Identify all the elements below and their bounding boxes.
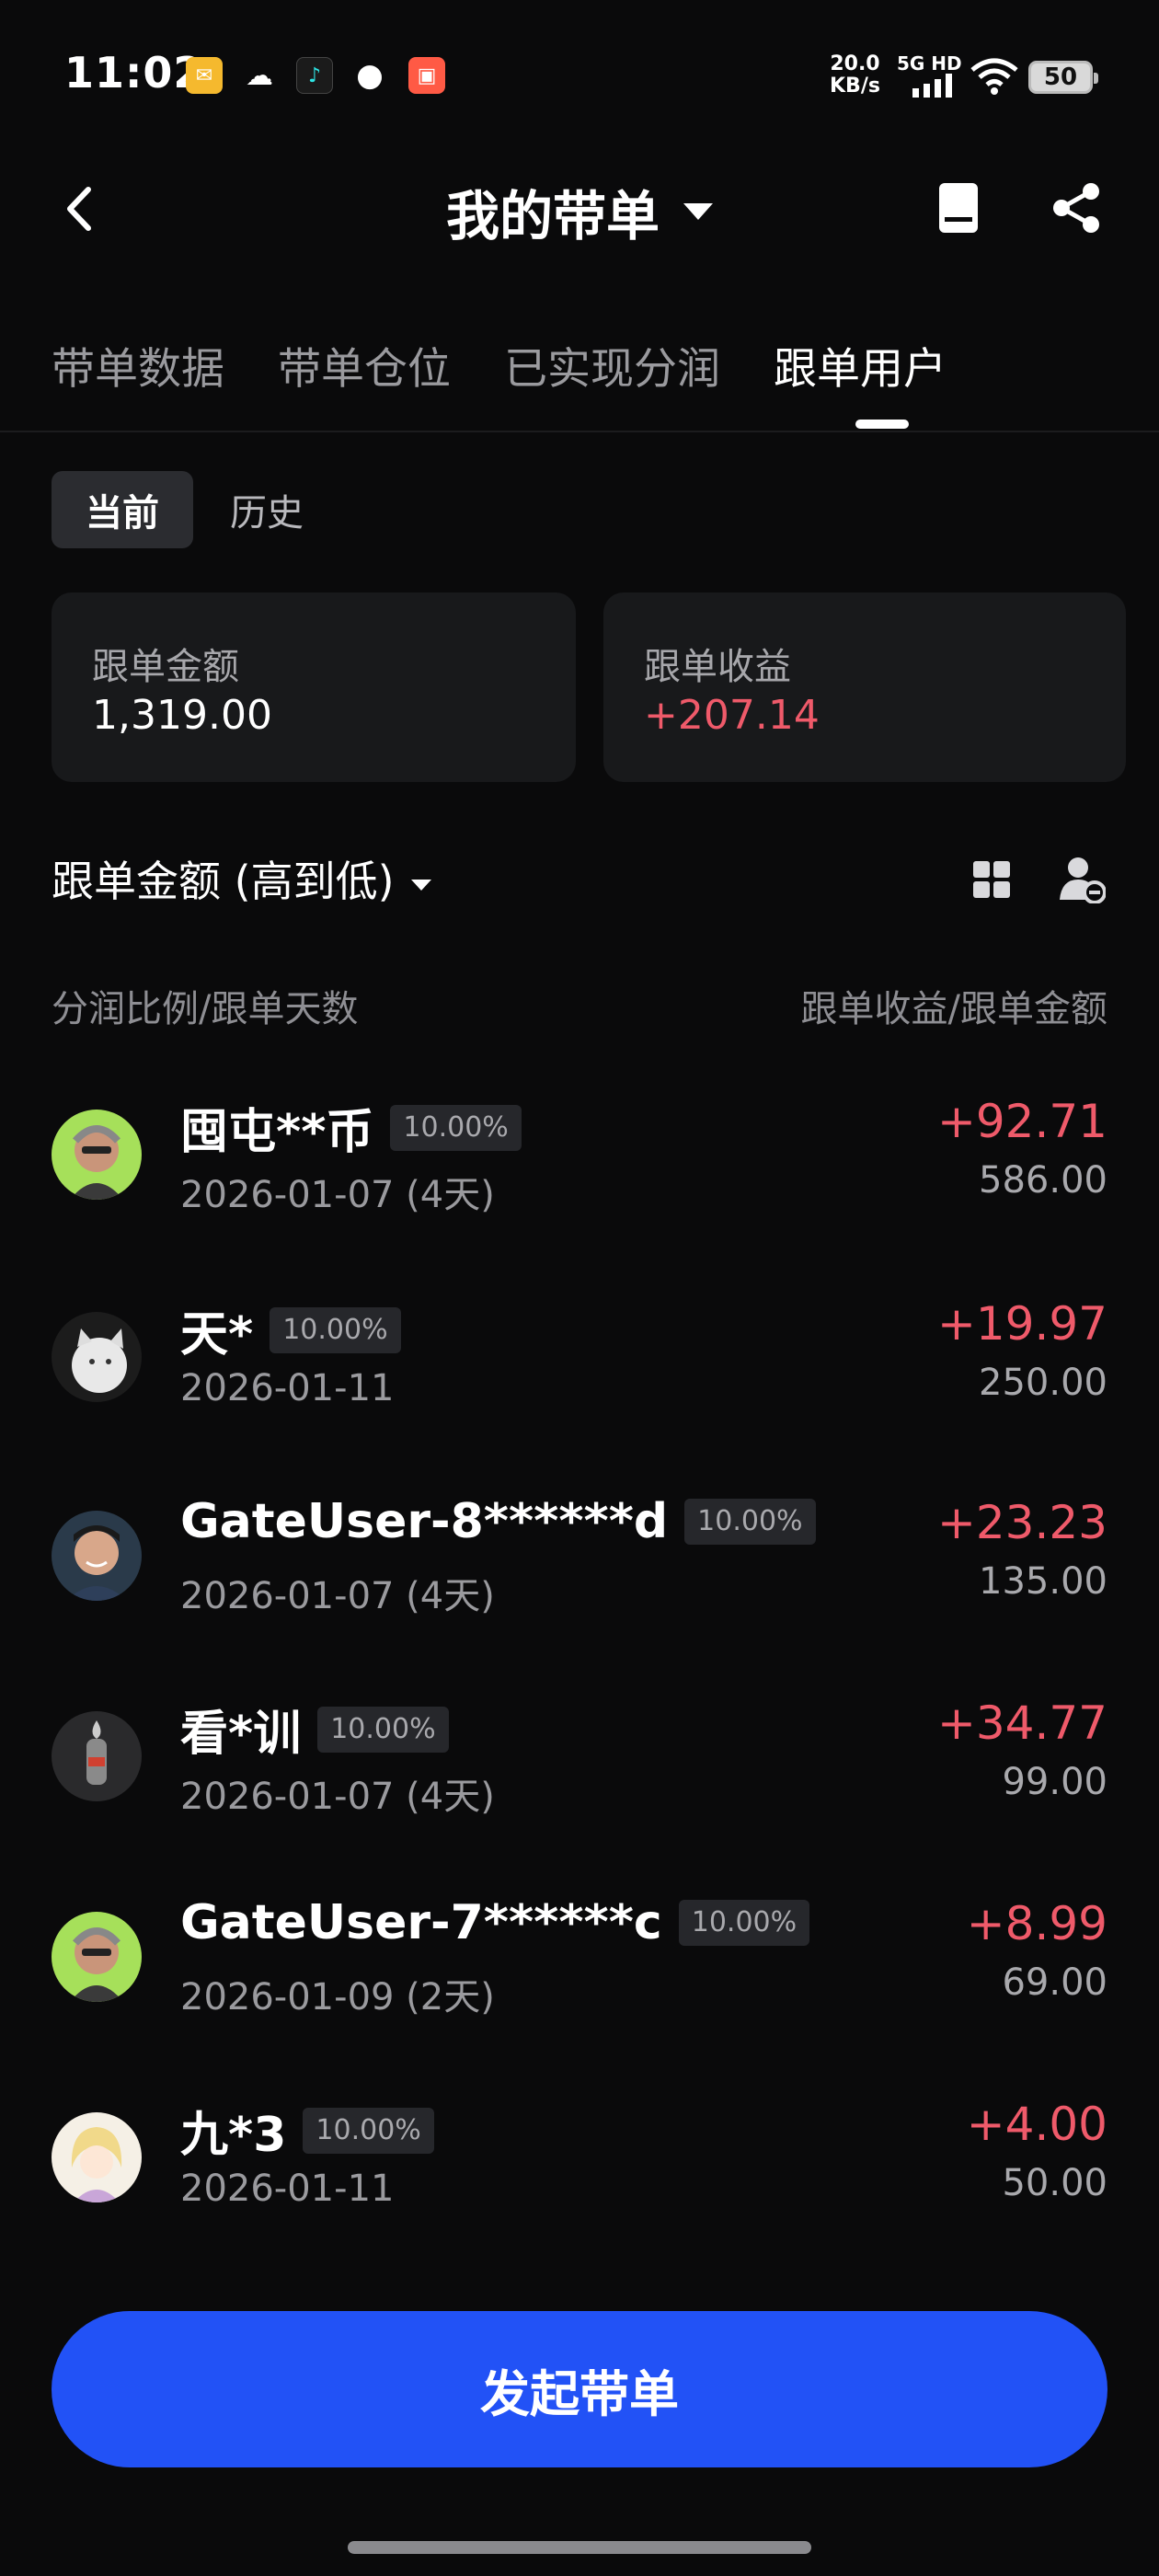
copy-profit-value: +207.14 <box>644 692 820 739</box>
network-speed-value: 20.0 <box>830 52 880 75</box>
user-name: 天* <box>180 1307 254 1363</box>
user-name: GateUser-7******c <box>180 1895 662 1950</box>
copy-profit-card: 跟单收益 +207.14 <box>603 592 1126 782</box>
battery-icon: 50 <box>1028 61 1098 94</box>
share-icon[interactable] <box>1049 180 1104 236</box>
tab-realized-profit-share[interactable]: 已实现分润 <box>504 333 720 397</box>
list-item[interactable]: 九*3 10.00% 2026-01-11 +4.00 50.00 <box>0 2081 1159 2237</box>
copy-profit: +8.99 <box>966 1897 1107 1950</box>
tiktok-icon: ♪ <box>296 57 333 94</box>
copy-start-date: 2026-01-07 (4天) <box>180 1575 495 1617</box>
profit-share-ratio-badge: 10.00% <box>684 1499 816 1545</box>
user-name: 囤屯**币 <box>180 1105 374 1160</box>
chevron-down-icon <box>683 203 713 220</box>
user-name: GateUser-8******d <box>180 1494 669 1549</box>
copy-profit: +34.77 <box>936 1696 1107 1750</box>
copy-profit: +23.23 <box>936 1496 1107 1549</box>
copy-amount: 135.00 <box>979 1560 1107 1603</box>
avatar <box>52 1711 142 1801</box>
user-name: 九*3 <box>180 2108 287 2163</box>
profit-share-ratio-badge: 10.00% <box>678 1900 810 1946</box>
start-copy-trading-button[interactable]: 发起带单 <box>52 2311 1107 2467</box>
copy-start-date: 2026-01-11 <box>180 1367 395 1409</box>
avatar <box>52 1110 142 1200</box>
segment-current[interactable]: 当前 <box>52 471 193 548</box>
network-speed-unit: KB/s <box>830 75 880 98</box>
home-indicator[interactable] <box>348 2541 811 2554</box>
remove-user-icon[interactable] <box>1060 856 1106 903</box>
network-type: 5G HD <box>897 52 962 75</box>
tab-bar: 带单数据 带单仓位 已实现分润 跟单用户 <box>52 333 1000 397</box>
copy-amount: 250.00 <box>979 1362 1107 1404</box>
mail-icon: ✉ <box>186 57 223 94</box>
copy-start-date: 2026-01-09 (2天) <box>180 1976 495 2018</box>
copy-amount-label: 跟单金额 <box>92 646 239 688</box>
profit-share-ratio-badge: 10.00% <box>270 1306 401 1353</box>
profit-share-ratio-badge: 10.00% <box>390 1104 522 1151</box>
page-title-dropdown[interactable]: 我的带单 <box>0 173 1159 250</box>
grid-view-icon[interactable] <box>971 859 1012 900</box>
copy-start-date: 2026-01-07 (4天) <box>180 1174 495 1216</box>
sort-dropdown[interactable]: 跟单金额 (高到低) <box>52 848 431 909</box>
list-item[interactable]: 看*训 10.00% 2026-01-07 (4天) +34.77 99.00 <box>0 1680 1159 1836</box>
page-title: 我的带单 <box>445 185 660 247</box>
chevron-down-icon <box>410 879 431 891</box>
tab-copy-positions[interactable]: 带单仓位 <box>278 333 451 397</box>
column-header-left: 分润比例/跟单天数 <box>52 988 359 1030</box>
wifi-icon <box>970 58 1018 95</box>
copy-start-date: 2026-01-07 (4天) <box>180 1776 495 1818</box>
copy-amount-card: 跟单金额 1,319.00 <box>52 592 576 782</box>
avatar <box>52 1312 142 1402</box>
segment-history[interactable]: 历史 <box>230 471 304 548</box>
profit-share-ratio-badge: 10.00% <box>303 2107 434 2154</box>
column-header-right: 跟单收益/跟单金额 <box>800 988 1107 1030</box>
avatar <box>52 1912 142 2002</box>
copy-amount: 69.00 <box>1002 1961 1107 2004</box>
list-item[interactable]: 囤屯**币 10.00% 2026-01-07 (4天) +92.71 586.0… <box>0 1078 1159 1235</box>
copy-profit: +19.97 <box>936 1297 1107 1351</box>
user-name: 看*训 <box>180 1707 302 1762</box>
list-item[interactable]: GateUser-8******d 10.00% 2026-01-07 (4天) … <box>0 1479 1159 1636</box>
copy-profit: +4.00 <box>966 2098 1107 2151</box>
tab-copy-users[interactable]: 跟单用户 <box>774 333 947 397</box>
tab-copy-data[interactable]: 带单数据 <box>52 333 224 397</box>
copy-amount: 50.00 <box>1002 2162 1107 2204</box>
book-icon[interactable] <box>936 180 981 236</box>
copy-profit: +92.71 <box>936 1095 1107 1148</box>
avatar <box>52 1511 142 1601</box>
active-tab-indicator <box>855 420 909 429</box>
copy-profit-label: 跟单收益 <box>644 646 791 688</box>
tab-divider <box>0 431 1159 432</box>
copy-amount: 99.00 <box>1002 1761 1107 1803</box>
copy-start-date: 2026-01-11 <box>180 2168 395 2210</box>
wechat-icon: ☁ <box>246 59 273 92</box>
list-item[interactable]: 天* 10.00% 2026-01-11 +19.97 250.00 <box>0 1281 1159 1437</box>
network-speed: 20.0 KB/s <box>830 53 880 98</box>
signal-icon <box>912 74 952 98</box>
message-icon: ● <box>356 57 384 94</box>
status-time: 11:02 <box>64 48 204 98</box>
status-bar: 11:02 ✉ ☁ ♪ ● ▣ 20.0 KB/s 5G HD 50 <box>0 0 1159 147</box>
copy-amount: 586.00 <box>979 1159 1107 1202</box>
sort-label: 跟单金额 (高到低) <box>52 857 395 906</box>
avatar <box>52 2112 142 2202</box>
profit-share-ratio-badge: 10.00% <box>317 1706 449 1753</box>
copy-amount-value: 1,319.00 <box>92 692 272 739</box>
app-notification-icon: ▣ <box>408 57 445 94</box>
list-item[interactable]: GateUser-7******c 10.00% 2026-01-09 (2天) … <box>0 1880 1159 2037</box>
